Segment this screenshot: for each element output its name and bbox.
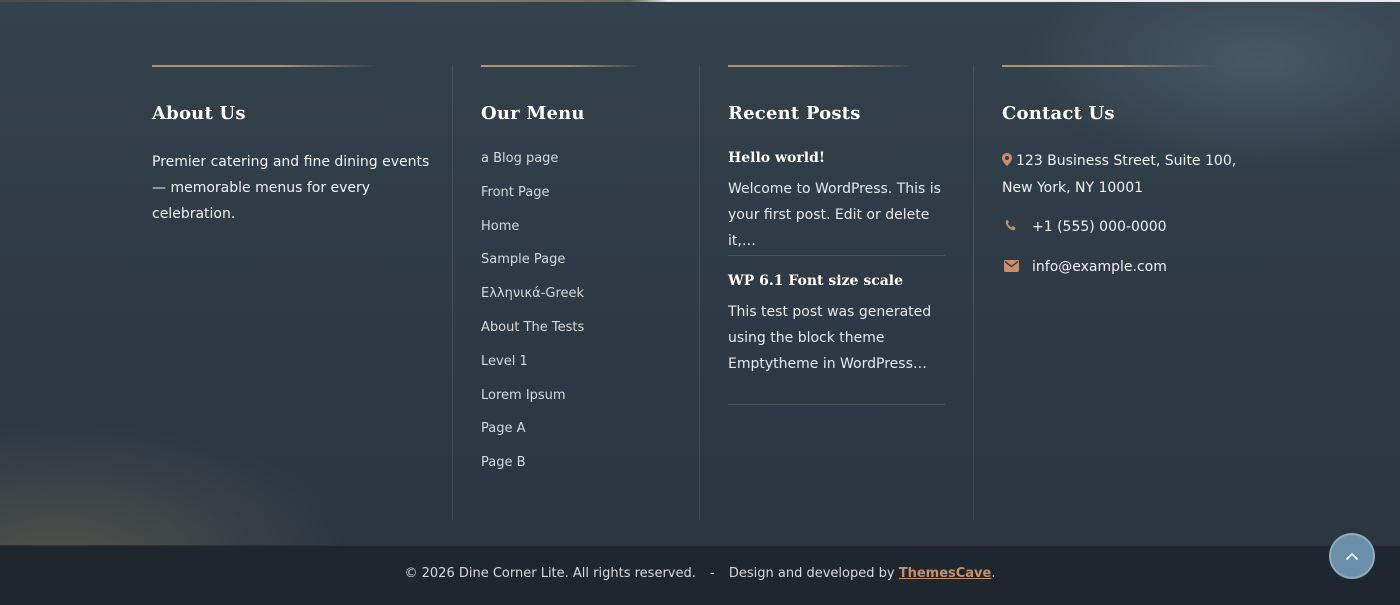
post-excerpt: Welcome to WordPress. This is your first… — [728, 181, 941, 249]
menu-item[interactable]: Level 1 — [481, 352, 584, 386]
post-item: WP 6.1 Font size scale This test post wa… — [728, 271, 945, 405]
credit-prefix: Design and developed by — [728, 566, 895, 581]
phone-icon — [1002, 215, 1032, 241]
phone-text[interactable]: +1 (555) 000-0000 — [1032, 219, 1167, 235]
menu-item[interactable]: Front Page — [481, 183, 584, 217]
post-item: Hello world! Welcome to WordPress. This … — [728, 148, 945, 256]
menu-item[interactable]: About The Tests — [481, 318, 584, 352]
email-text[interactable]: info@example.com — [1032, 259, 1167, 275]
menu-item[interactable]: a Blog page — [481, 149, 584, 183]
chevron-up-icon — [1346, 552, 1358, 560]
menu-heading: Our Menu — [481, 103, 585, 124]
menu-column: Our Menu a Blog page Front Page Home Sam… — [481, 65, 700, 520]
menu-item[interactable]: Lorem Ipsum — [481, 386, 584, 420]
menu-list: a Blog page Front Page Home Sample Page … — [481, 149, 584, 487]
copyright-bar: © 2026 Dine Corner Lite. All rights rese… — [0, 545, 1400, 605]
menu-item[interactable]: Ελληνικά-Greek — [481, 284, 584, 318]
contact-email: info@example.com — [1002, 254, 1167, 281]
post-title[interactable]: Hello world! — [728, 148, 945, 168]
scroll-to-top-button[interactable] — [1329, 533, 1375, 579]
recent-posts-column: Recent Posts Hello world! Welcome to Wor… — [728, 65, 974, 520]
menu-item[interactable]: Sample Page — [481, 250, 584, 284]
column-accent-line — [481, 65, 641, 67]
copyright-text: © 2026 Dine Corner Lite. All rights rese… — [0, 566, 1400, 581]
contact-heading: Contact Us — [1002, 103, 1115, 124]
column-accent-line — [152, 65, 378, 67]
themescave-link[interactable]: ThemesCave — [899, 566, 992, 581]
about-column: About Us Premier catering and fine dinin… — [152, 65, 453, 520]
copyright-notice: © 2026 Dine Corner Lite. All rights rese… — [404, 566, 696, 581]
envelope-icon — [1002, 255, 1032, 281]
menu-item[interactable]: Home — [481, 217, 584, 251]
about-heading: About Us — [152, 103, 246, 124]
menu-item[interactable]: Page B — [481, 453, 584, 487]
column-accent-line — [728, 65, 913, 67]
contact-column: Contact Us 123 Business Street, Suite 10… — [1002, 65, 1262, 520]
copyright-separator: - — [710, 566, 715, 581]
address-text: 123 Business Street, Suite 100, New York… — [1002, 153, 1237, 196]
post-title[interactable]: WP 6.1 Font size scale — [728, 271, 945, 291]
column-accent-line — [1002, 65, 1215, 67]
recent-posts-heading: Recent Posts — [728, 103, 861, 124]
map-marker-icon — [1002, 149, 1016, 175]
contact-address: 123 Business Street, Suite 100, New York… — [1002, 148, 1252, 201]
menu-item[interactable]: Page A — [481, 419, 584, 453]
credit-suffix: . — [991, 566, 996, 581]
post-excerpt: This test post was generated using the b… — [728, 304, 932, 372]
about-text: Premier catering and fine dining events … — [152, 154, 430, 222]
footer-widgets: About Us Premier catering and fine dinin… — [0, 2, 1400, 545]
contact-phone: +1 (555) 000-0000 — [1002, 214, 1167, 241]
